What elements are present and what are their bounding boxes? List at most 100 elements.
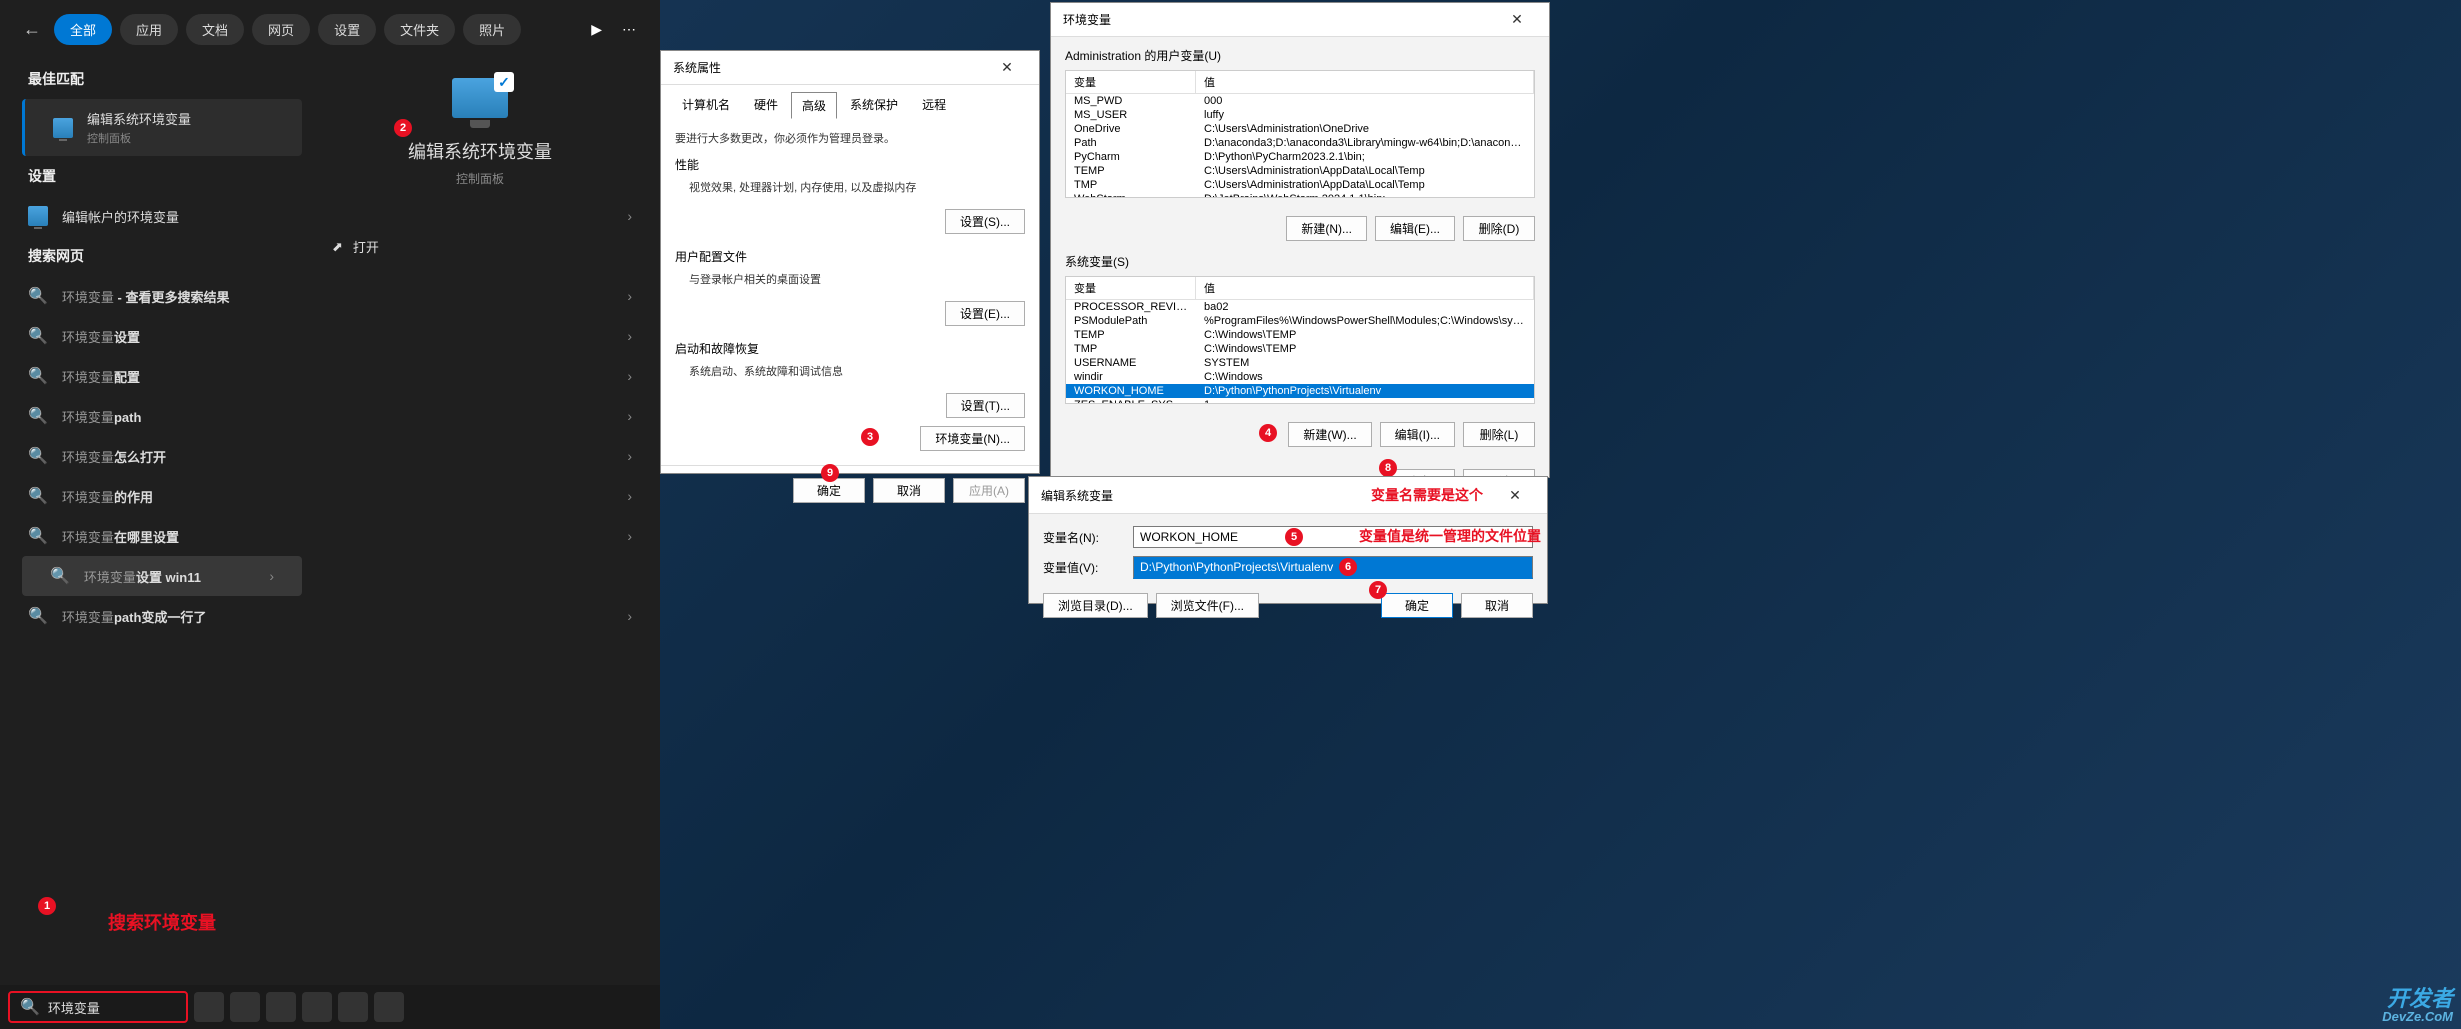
- table-row[interactable]: windirC:\Windows: [1066, 370, 1534, 384]
- web-search-item[interactable]: 🔍 环境变量设置 win11 ›: [22, 556, 302, 596]
- col-variable: 变量: [1066, 277, 1196, 299]
- windows-search-panel: ← 全部 应用 文档 网页 设置 文件夹 照片 ▶ ⋯ 最佳匹配 编辑系统环境变…: [0, 0, 660, 985]
- var-name: TMP: [1066, 178, 1196, 192]
- table-row[interactable]: TMPC:\Users\Administration\AppData\Local…: [1066, 178, 1534, 192]
- search-icon: 🔍: [20, 997, 40, 1017]
- web-search-item[interactable]: 🔍 环境变量path变成一行了 ›: [0, 596, 660, 636]
- startup-settings-button[interactable]: 设置(T)...: [946, 393, 1025, 418]
- tab-all[interactable]: 全部: [54, 14, 112, 45]
- sys-vars-table[interactable]: 变量 值 PROCESSOR_REVISIONba02PSModulePath%…: [1065, 276, 1535, 404]
- var-value: C:\Users\Administration\AppData\Local\Te…: [1196, 164, 1534, 178]
- taskbar-search-box[interactable]: 🔍 环境变量: [8, 991, 188, 1023]
- tab-computer-name[interactable]: 计算机名: [671, 91, 741, 118]
- web-search-item[interactable]: 🔍 环境变量的作用 ›: [0, 476, 660, 516]
- sys-edit-button[interactable]: 编辑(I)...: [1380, 422, 1455, 447]
- var-name: TEMP: [1066, 164, 1196, 178]
- taskbar-app-icon[interactable]: [302, 992, 332, 1022]
- cancel-button[interactable]: 取消: [1461, 593, 1533, 618]
- watermark-main: 开发者: [2382, 988, 2453, 1010]
- taskbar-app-icon[interactable]: [338, 992, 368, 1022]
- table-row[interactable]: USERNAMESYSTEM: [1066, 356, 1534, 370]
- taskbar: 🔍 环境变量: [0, 985, 660, 1029]
- user-vars-table[interactable]: 变量 值 MS_PWD000MS_USERluffyOneDriveC:\Use…: [1065, 70, 1535, 198]
- badge-5: 5: [1285, 528, 1303, 546]
- taskbar-app-icon[interactable]: [194, 992, 224, 1022]
- web-search-item[interactable]: 🔍 环境变量path ›: [0, 396, 660, 436]
- col-value: 值: [1196, 277, 1534, 299]
- web-item-text: 环境变量path: [62, 407, 613, 426]
- web-search-item[interactable]: 🔍 环境变量 - 查看更多搜索结果 ›: [0, 276, 660, 316]
- back-icon[interactable]: ←: [18, 16, 46, 44]
- var-value: ba02: [1196, 300, 1534, 314]
- close-icon[interactable]: ✕: [1497, 11, 1537, 28]
- var-name-label: 变量名(N):: [1043, 529, 1123, 546]
- chevron-right-icon: ›: [627, 448, 632, 464]
- taskbar-app-icon[interactable]: [266, 992, 296, 1022]
- web-item-text: 环境变量path变成一行了: [62, 607, 613, 626]
- web-search-item[interactable]: 🔍 环境变量设置 ›: [0, 316, 660, 356]
- web-search-item[interactable]: 🔍 环境变量配置 ›: [0, 356, 660, 396]
- table-row[interactable]: MS_USERluffy: [1066, 108, 1534, 122]
- watermark-sub: DevZe.CoM: [2382, 1010, 2453, 1023]
- tab-remote[interactable]: 远程: [911, 91, 957, 118]
- best-match-item[interactable]: 编辑系统环境变量 控制面板 2: [22, 99, 302, 156]
- table-row[interactable]: PyCharmD:\Python\PyCharm2023.2.1\bin;: [1066, 150, 1534, 164]
- table-row[interactable]: WebStormD:\JetBrains\WebStorm 2024.1.1\b…: [1066, 192, 1534, 198]
- env-vars-button[interactable]: 环境变量(N)...: [920, 426, 1025, 451]
- open-action[interactable]: ⬈ 打开: [310, 227, 650, 266]
- cancel-button[interactable]: 取消: [873, 478, 945, 503]
- web-search-item[interactable]: 🔍 环境变量怎么打开 ›: [0, 436, 660, 476]
- tab-photos[interactable]: 照片: [463, 14, 521, 45]
- ok-button[interactable]: 确定: [1381, 593, 1453, 618]
- tab-system-protection[interactable]: 系统保护: [839, 91, 909, 118]
- browse-dir-button[interactable]: 浏览目录(D)...: [1043, 593, 1148, 618]
- table-row[interactable]: MS_PWD000: [1066, 94, 1534, 108]
- browse-file-button[interactable]: 浏览文件(F)...: [1156, 593, 1259, 618]
- perf-desc: 视觉效果, 处理器计划, 内存使用, 以及虚拟内存: [689, 179, 1025, 195]
- taskbar-app-icon[interactable]: [374, 992, 404, 1022]
- user-new-button[interactable]: 新建(N)...: [1286, 216, 1367, 241]
- sys-delete-button[interactable]: 删除(L): [1463, 422, 1535, 447]
- table-row[interactable]: TEMPC:\Users\Administration\AppData\Loca…: [1066, 164, 1534, 178]
- var-value-input[interactable]: [1133, 556, 1533, 579]
- table-row[interactable]: PathD:\anaconda3;D:\anaconda3\Library\mi…: [1066, 136, 1534, 150]
- tab-settings[interactable]: 设置: [318, 14, 376, 45]
- admin-note: 要进行大多数更改，你必须作为管理员登录。: [675, 130, 1039, 146]
- sys-new-button[interactable]: 新建(W)...: [1288, 422, 1371, 447]
- tab-folders[interactable]: 文件夹: [384, 14, 455, 45]
- table-row[interactable]: PROCESSOR_REVISIONba02: [1066, 300, 1534, 314]
- var-value: C:\Users\Administration\AppData\Local\Te…: [1196, 178, 1534, 192]
- table-row[interactable]: WORKON_HOMED:\Python\PythonProjects\Virt…: [1066, 384, 1534, 398]
- perf-settings-button[interactable]: 设置(S)...: [945, 209, 1025, 234]
- close-icon[interactable]: ✕: [1495, 487, 1535, 504]
- tab-advanced[interactable]: 高级: [791, 92, 837, 119]
- table-row[interactable]: PSModulePath%ProgramFiles%\WindowsPowerS…: [1066, 314, 1534, 328]
- close-icon[interactable]: ✕: [987, 59, 1027, 76]
- web-item-text: 环境变量在哪里设置: [62, 527, 613, 546]
- open-icon: ⬈: [332, 239, 343, 255]
- tab-hardware[interactable]: 硬件: [743, 91, 789, 118]
- play-icon[interactable]: ▶: [591, 21, 602, 38]
- var-name: PROCESSOR_REVISION: [1066, 300, 1196, 314]
- search-query: 环境变量: [48, 998, 100, 1017]
- user-edit-button[interactable]: 编辑(E)...: [1375, 216, 1455, 241]
- control-panel-icon: [53, 118, 73, 138]
- profile-settings-button[interactable]: 设置(E)...: [945, 301, 1025, 326]
- search-icon: 🔍: [28, 326, 48, 346]
- taskbar-app-icon[interactable]: [230, 992, 260, 1022]
- var-value: 000: [1196, 94, 1534, 108]
- table-row[interactable]: ZES_ENABLE_SYSMAN1: [1066, 398, 1534, 404]
- user-delete-button[interactable]: 删除(D): [1463, 216, 1535, 241]
- tab-web[interactable]: 网页: [252, 14, 310, 45]
- web-search-item[interactable]: 🔍 环境变量在哪里设置 ›: [0, 516, 660, 556]
- more-icon[interactable]: ⋯: [622, 21, 636, 38]
- chevron-right-icon: ›: [627, 288, 632, 304]
- badge-6: 6: [1339, 558, 1357, 576]
- tab-apps[interactable]: 应用: [120, 14, 178, 45]
- best-match-sub: 控制面板: [87, 130, 274, 146]
- table-row[interactable]: TEMPC:\Windows\TEMP: [1066, 328, 1534, 342]
- tab-docs[interactable]: 文档: [186, 14, 244, 45]
- table-row[interactable]: TMPC:\Windows\TEMP: [1066, 342, 1534, 356]
- apply-button[interactable]: 应用(A): [953, 478, 1025, 503]
- table-row[interactable]: OneDriveC:\Users\Administration\OneDrive: [1066, 122, 1534, 136]
